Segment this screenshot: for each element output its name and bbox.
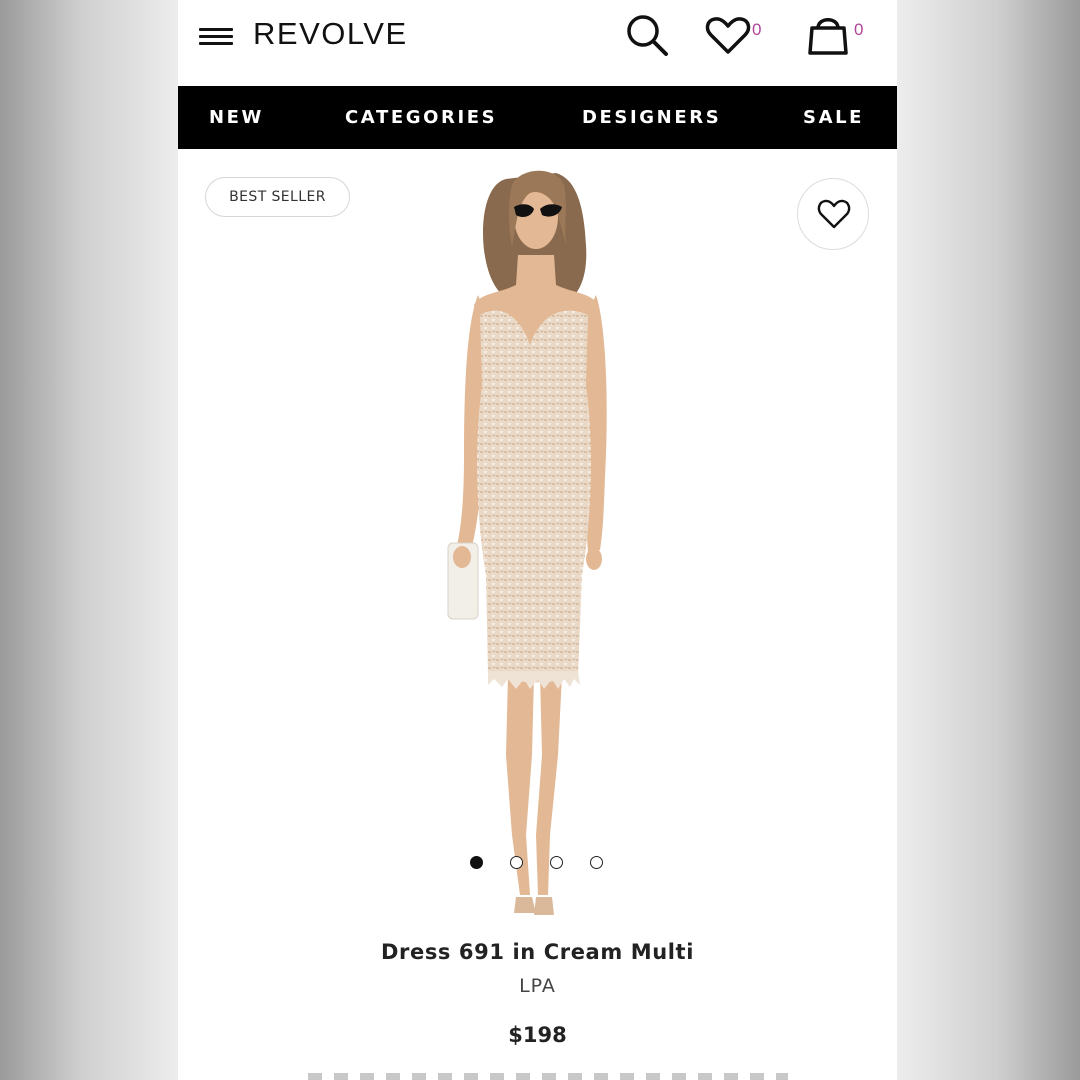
- shopping-bag-button[interactable]: [805, 11, 851, 57]
- carousel-dot-3[interactable]: [550, 856, 563, 869]
- add-to-wishlist-button[interactable]: [797, 178, 869, 250]
- cut-off-content: [308, 1073, 788, 1080]
- carousel-dot-2[interactable]: [510, 856, 523, 869]
- product-title: Dress 691 in Cream Multi: [380, 940, 694, 964]
- bag-count: 0: [854, 20, 864, 39]
- wishlist-count: 0: [752, 20, 762, 39]
- nav-item-new[interactable]: NEW: [209, 86, 264, 149]
- app-screen: REVOLVE 0 0 NEW CATEGORIES DESIGNERS SAL…: [178, 0, 897, 1080]
- heart-icon: [705, 17, 751, 54]
- category-nav: NEW CATEGORIES DESIGNERS SALE: [178, 86, 897, 149]
- nav-item-categories[interactable]: CATEGORIES: [345, 86, 497, 149]
- shopping-bag-icon: [808, 18, 848, 55]
- brand-logo[interactable]: REVOLVE: [253, 14, 408, 54]
- wishlist-button[interactable]: [705, 16, 751, 56]
- search-icon[interactable]: [624, 12, 672, 58]
- product-brand-link[interactable]: LPA: [178, 975, 897, 997]
- background-right: [897, 0, 1080, 1080]
- background-left: [0, 0, 178, 1080]
- nav-item-designers[interactable]: DESIGNERS: [582, 86, 721, 149]
- product-image[interactable]: [408, 155, 648, 925]
- carousel-dot-1[interactable]: [470, 856, 483, 869]
- product-price: $198: [508, 1023, 567, 1047]
- hamburger-menu-icon[interactable]: [199, 24, 233, 48]
- best-seller-badge: BEST SELLER: [205, 177, 350, 217]
- nav-item-sale[interactable]: SALE: [803, 86, 864, 149]
- carousel-dot-4[interactable]: [590, 856, 603, 869]
- image-carousel-dots: [470, 856, 610, 872]
- heart-icon: [817, 199, 851, 229]
- top-bar: REVOLVE 0 0: [178, 0, 897, 86]
